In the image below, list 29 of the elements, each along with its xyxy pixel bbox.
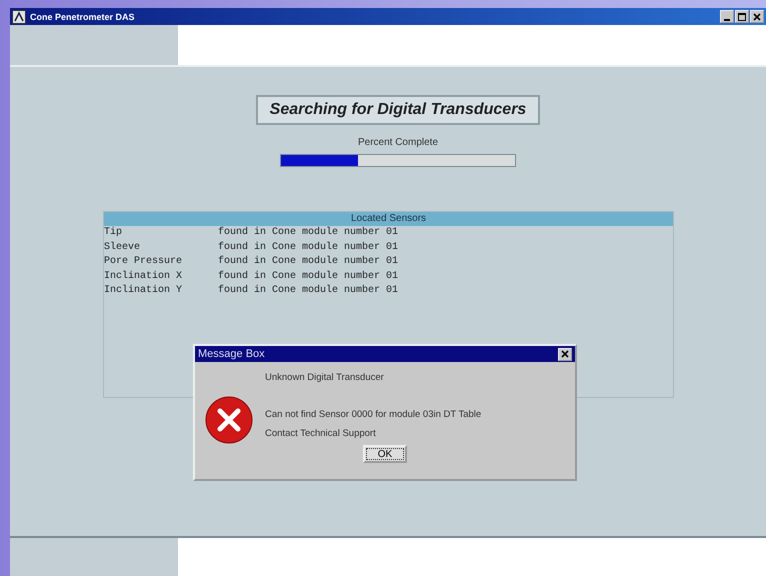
- maximize-icon: [738, 12, 746, 20]
- list-header: Located Sensors: [104, 212, 673, 226]
- close-button[interactable]: [558, 348, 572, 360]
- close-icon: [561, 350, 569, 358]
- app-icon: [12, 10, 26, 24]
- sensor-status: found in Cone module number 01: [218, 242, 398, 254]
- ok-button[interactable]: OK: [363, 445, 407, 463]
- sensor-name: Pore Pressure: [104, 256, 184, 269]
- sensor-status: found in Cone module number 01: [218, 285, 398, 298]
- dialog-title: Message Box: [198, 348, 265, 360]
- sensor-name: Inclination X: [104, 270, 184, 284]
- sensor-name: Sleeve: [104, 242, 142, 254]
- minimize-button[interactable]: [720, 10, 734, 23]
- message-text: Unknown Digital Transducer: [265, 371, 385, 385]
- minimize-icon: [724, 18, 730, 20]
- message-text: Contact Technical Support: [265, 427, 377, 441]
- heading: Searching for Digital Transducers: [270, 101, 526, 118]
- close-button[interactable]: [750, 10, 764, 23]
- sensor-status: found in Cone module number 01: [218, 256, 398, 269]
- error-icon: [205, 396, 253, 444]
- progress-label: Percent Complete: [358, 137, 438, 148]
- sensor-status: found in Cone module number 01: [218, 270, 398, 284]
- sensor-name: Tip: [104, 227, 124, 240]
- window-title: Cone Penetrometer DAS: [30, 12, 135, 22]
- message-text: Can not find Sensor 0000 for module 03in DT Table: [265, 408, 482, 422]
- close-icon: [753, 12, 761, 20]
- maximize-button[interactable]: [735, 10, 749, 23]
- sensor-name: Inclination Y: [104, 285, 184, 298]
- sensor-status: found in Cone module number 01: [218, 227, 398, 240]
